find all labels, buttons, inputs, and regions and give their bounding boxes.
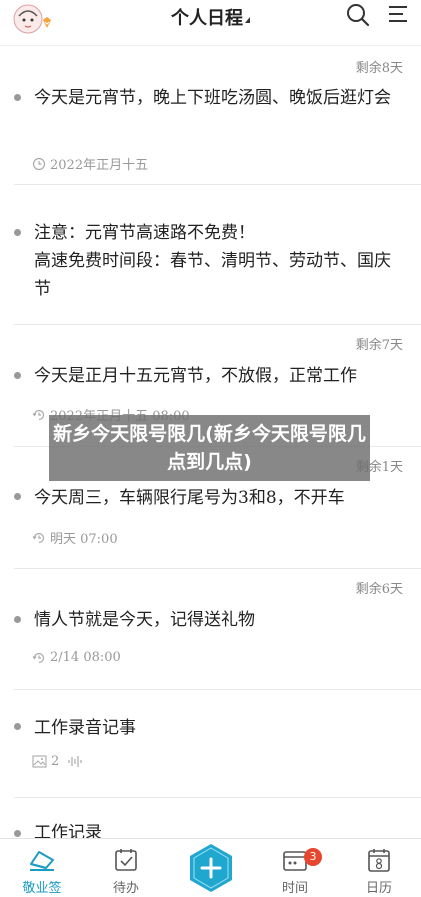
reminder-time: 明天 07:00 [50, 532, 118, 547]
tab-todo[interactable]: 待办 [84, 839, 168, 897]
tab-label: 时间 [281, 881, 308, 896]
bullet-dot [14, 94, 21, 101]
repeat-clock-icon [32, 409, 45, 420]
notification-badge: 3 [304, 848, 322, 866]
dropdown-caret-icon [245, 17, 250, 23]
memo-text: 今天是元宵节，晚上下班吃汤圆、晚饭后逛灯会 [34, 88, 391, 108]
menu-icon[interactable] [386, 2, 412, 28]
reminder-meta: 明天 07:00 [32, 528, 118, 547]
list-item[interactable]: 剩余6天 情人节就是今天，记得送礼物 2/14 08:00 [0, 569, 421, 690]
tab-label: 日历 [365, 881, 392, 896]
memo-text: 工作录音记事 [34, 718, 136, 738]
image-icon [32, 755, 47, 768]
clock-icon [32, 157, 46, 170]
repeat-clock-icon [32, 532, 45, 543]
list-item[interactable]: 剩余8天 今天是元宵节，晚上下班吃汤圆、晚饭后逛灯会 2022年正月十五 [0, 47, 421, 185]
memo-text: 工作记录 [34, 823, 102, 838]
reminder-meta: 2/14 08:00 [32, 650, 121, 665]
tab-calendar[interactable]: 日历 [337, 839, 421, 897]
tab-time[interactable]: 3 时间 [253, 839, 337, 897]
memo-pad-icon [30, 851, 54, 871]
tab-label: 待办 [112, 881, 139, 896]
bullet-dot [14, 616, 21, 623]
image-count: 2 [51, 754, 60, 769]
remaining-days: 剩余8天 [355, 61, 403, 76]
bullet-dot [14, 372, 21, 379]
memo-text: 今天周三，车辆限行尾号为3和8，不开车 [34, 488, 345, 508]
tab-jingyeqian[interactable]: 敬业签 [0, 839, 84, 897]
audio-wave-icon [68, 756, 82, 767]
bullet-dot [14, 229, 21, 236]
memo-text: 情人节就是今天，记得送礼物 [34, 610, 255, 630]
add-button[interactable] [188, 843, 234, 893]
search-icon[interactable] [345, 2, 371, 28]
list-item[interactable]: 注意：元宵节高速路不免费！ 高速免费时间段：春节、清明节、劳动节、国庆节 [0, 185, 421, 325]
bullet-dot [14, 830, 21, 837]
tab-label: 敬业签 [22, 881, 62, 896]
attachment-meta: 2 [32, 754, 83, 769]
top-bar: 个人日程 [0, 0, 421, 46]
title-overlay: 新乡今天限号限几(新乡今天限号限几点到几点) [49, 415, 370, 481]
reminder-meta: 2022年正月十五 [32, 154, 148, 173]
calendar-icon [368, 849, 390, 872]
bullet-dot [14, 493, 21, 500]
list-item[interactable]: 工作记录 [0, 798, 421, 838]
reminder-time: 2/14 08:00 [50, 650, 121, 665]
remaining-days: 剩余6天 [355, 582, 403, 597]
list-item[interactable]: 工作录音记事 2 [0, 690, 421, 798]
remaining-days: 剩余7天 [355, 338, 403, 353]
reminder-time: 2022年正月十五 [50, 158, 149, 173]
repeat-clock-icon [32, 652, 45, 663]
memo-text: 今天是正月十五元宵节，不放假，正常工作 [34, 366, 357, 386]
memo-text: 注意：元宵节高速路不免费！ 高速免费时间段：春节、清明节、劳动节、国庆节 [34, 223, 391, 299]
todo-checklist-icon [115, 849, 137, 871]
bullet-dot [14, 723, 21, 730]
